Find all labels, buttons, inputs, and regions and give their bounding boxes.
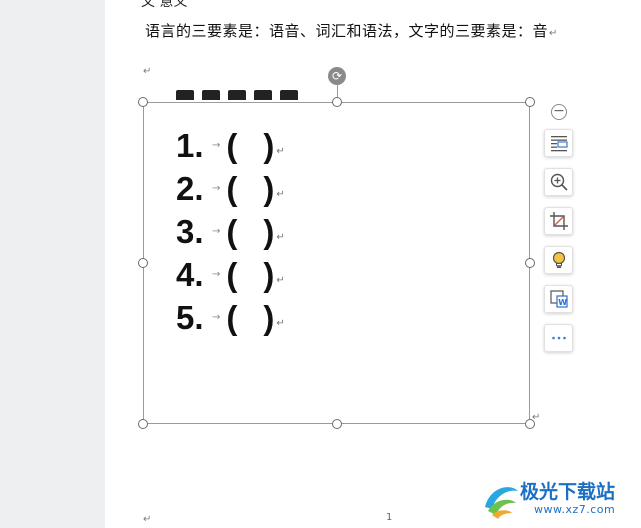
image-to-word-icon: W bbox=[549, 290, 568, 308]
crop-icon bbox=[549, 212, 568, 230]
more-button[interactable] bbox=[544, 324, 573, 352]
crop-button[interactable] bbox=[544, 207, 573, 235]
resize-handle-top[interactable] bbox=[332, 97, 342, 107]
collapse-toolbar-button[interactable]: − bbox=[551, 104, 567, 120]
resize-handle-top-right[interactable] bbox=[525, 97, 535, 107]
zoom-in-button[interactable] bbox=[544, 168, 573, 196]
paragraph-mark: ↵ bbox=[549, 28, 558, 39]
image-title-cropped bbox=[176, 86, 326, 100]
text-wrap-button[interactable] bbox=[544, 129, 573, 157]
smart-suggest-button[interactable] bbox=[544, 246, 573, 274]
resize-handle-right[interactable] bbox=[525, 258, 535, 268]
lightbulb-icon bbox=[552, 251, 565, 268]
resize-handle-bottom-left[interactable] bbox=[138, 419, 148, 429]
watermark-text: 极光下载站 bbox=[520, 481, 616, 503]
watermark-url: www.xz7.com bbox=[534, 503, 616, 516]
text-wrap-icon bbox=[550, 136, 568, 152]
site-watermark: 极光下载站 www.xz7.com bbox=[480, 473, 640, 528]
svg-text:W: W bbox=[558, 298, 567, 307]
body-text-line[interactable]: 语言的三要素是：语音、词汇和语法，文字的三要素是：音↵ bbox=[145, 20, 558, 41]
image-to-word-button[interactable]: W bbox=[544, 285, 573, 313]
paragraph-mark: ↵ bbox=[143, 66, 152, 77]
rotate-handle-icon[interactable]: ⟳ bbox=[328, 67, 346, 85]
more-icon bbox=[551, 336, 566, 340]
resize-handle-bottom[interactable] bbox=[332, 419, 342, 429]
image-selection-frame[interactable] bbox=[143, 102, 530, 424]
paragraph-mark: ↵ bbox=[532, 412, 541, 423]
top-cut-text: 文 意义 bbox=[141, 0, 188, 10]
left-margin-area bbox=[0, 0, 105, 528]
zoom-in-icon bbox=[550, 173, 568, 191]
resize-handle-top-left[interactable] bbox=[138, 97, 148, 107]
aurora-logo-icon bbox=[485, 487, 518, 519]
resize-handle-left[interactable] bbox=[138, 258, 148, 268]
paragraph-mark: ↵ bbox=[143, 514, 152, 525]
page-number: 1 bbox=[386, 512, 393, 523]
